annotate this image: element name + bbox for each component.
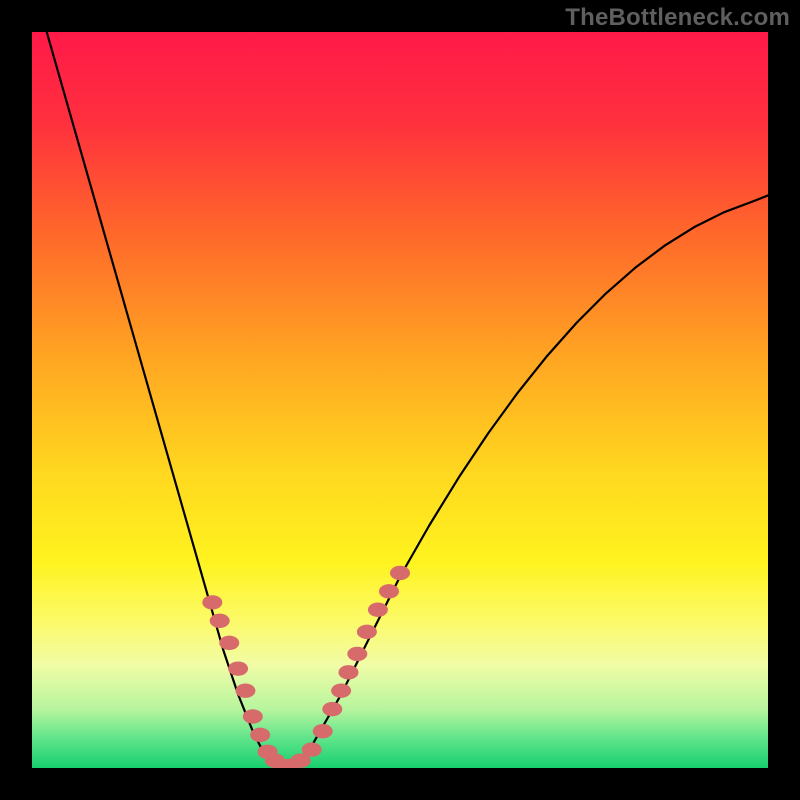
- marker-point: [202, 595, 222, 609]
- watermark-text: TheBottleneck.com: [565, 4, 790, 32]
- marker-point: [243, 709, 263, 723]
- marker-point: [313, 724, 333, 738]
- marker-point: [390, 566, 410, 580]
- bottleneck-chart: [32, 32, 768, 768]
- marker-point: [331, 684, 351, 698]
- gradient-background: [32, 32, 768, 768]
- marker-point: [250, 728, 270, 742]
- chart-frame: TheBottleneck.com: [0, 0, 800, 800]
- marker-point: [302, 742, 322, 756]
- marker-point: [322, 702, 342, 716]
- marker-point: [210, 614, 230, 628]
- marker-point: [347, 647, 367, 661]
- marker-point: [235, 684, 255, 698]
- marker-point: [357, 625, 377, 639]
- marker-point: [368, 603, 388, 617]
- plot-area: [32, 32, 768, 768]
- marker-point: [379, 584, 399, 598]
- marker-point: [228, 661, 248, 675]
- marker-point: [338, 665, 358, 679]
- marker-point: [219, 636, 239, 650]
